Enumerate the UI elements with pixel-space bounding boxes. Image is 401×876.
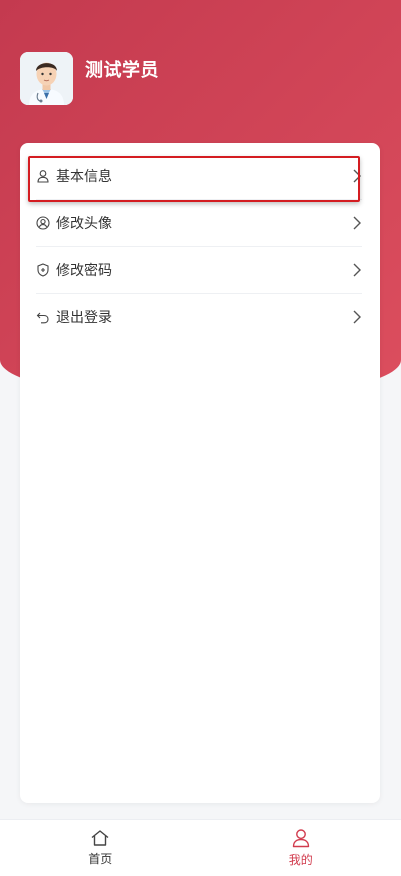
menu-item-label: 退出登录 <box>56 310 112 326</box>
chevron-right-icon <box>353 216 361 230</box>
doctor-avatar-icon <box>20 52 73 105</box>
shield-icon <box>37 263 49 277</box>
menu-list: 基本信息 修改头像 修改密码 退出登录 <box>28 153 362 340</box>
home-icon <box>91 830 109 846</box>
selection-highlight <box>28 156 360 202</box>
profile-header: 测试学员 <box>20 52 159 105</box>
tab-home[interactable]: 首页 <box>0 820 201 876</box>
menu-item-logout[interactable]: 退出登录 <box>36 294 362 340</box>
tab-label: 首页 <box>88 852 113 866</box>
profile-icon <box>292 829 309 848</box>
tab-mine[interactable]: 我的 <box>201 820 401 876</box>
menu-item-basic-info[interactable]: 基本信息 <box>28 153 362 202</box>
menu-item-label: 修改密码 <box>56 263 112 279</box>
user-name: 测试学员 <box>85 60 159 81</box>
menu-item-label: 修改头像 <box>56 216 112 232</box>
chevron-right-icon <box>353 310 361 324</box>
menu-item-change-avatar[interactable]: 修改头像 <box>36 200 362 247</box>
logout-icon <box>36 312 49 324</box>
menu-item-change-password[interactable]: 修改密码 <box>36 247 362 294</box>
menu-card: 基本信息 修改头像 修改密码 退出登录 <box>20 143 380 803</box>
bottom-tab-bar: 首页 我的 <box>0 819 401 876</box>
chevron-right-icon <box>353 263 361 277</box>
avatar-icon <box>36 216 50 230</box>
tab-label: 我的 <box>288 853 313 867</box>
avatar[interactable] <box>20 52 73 105</box>
